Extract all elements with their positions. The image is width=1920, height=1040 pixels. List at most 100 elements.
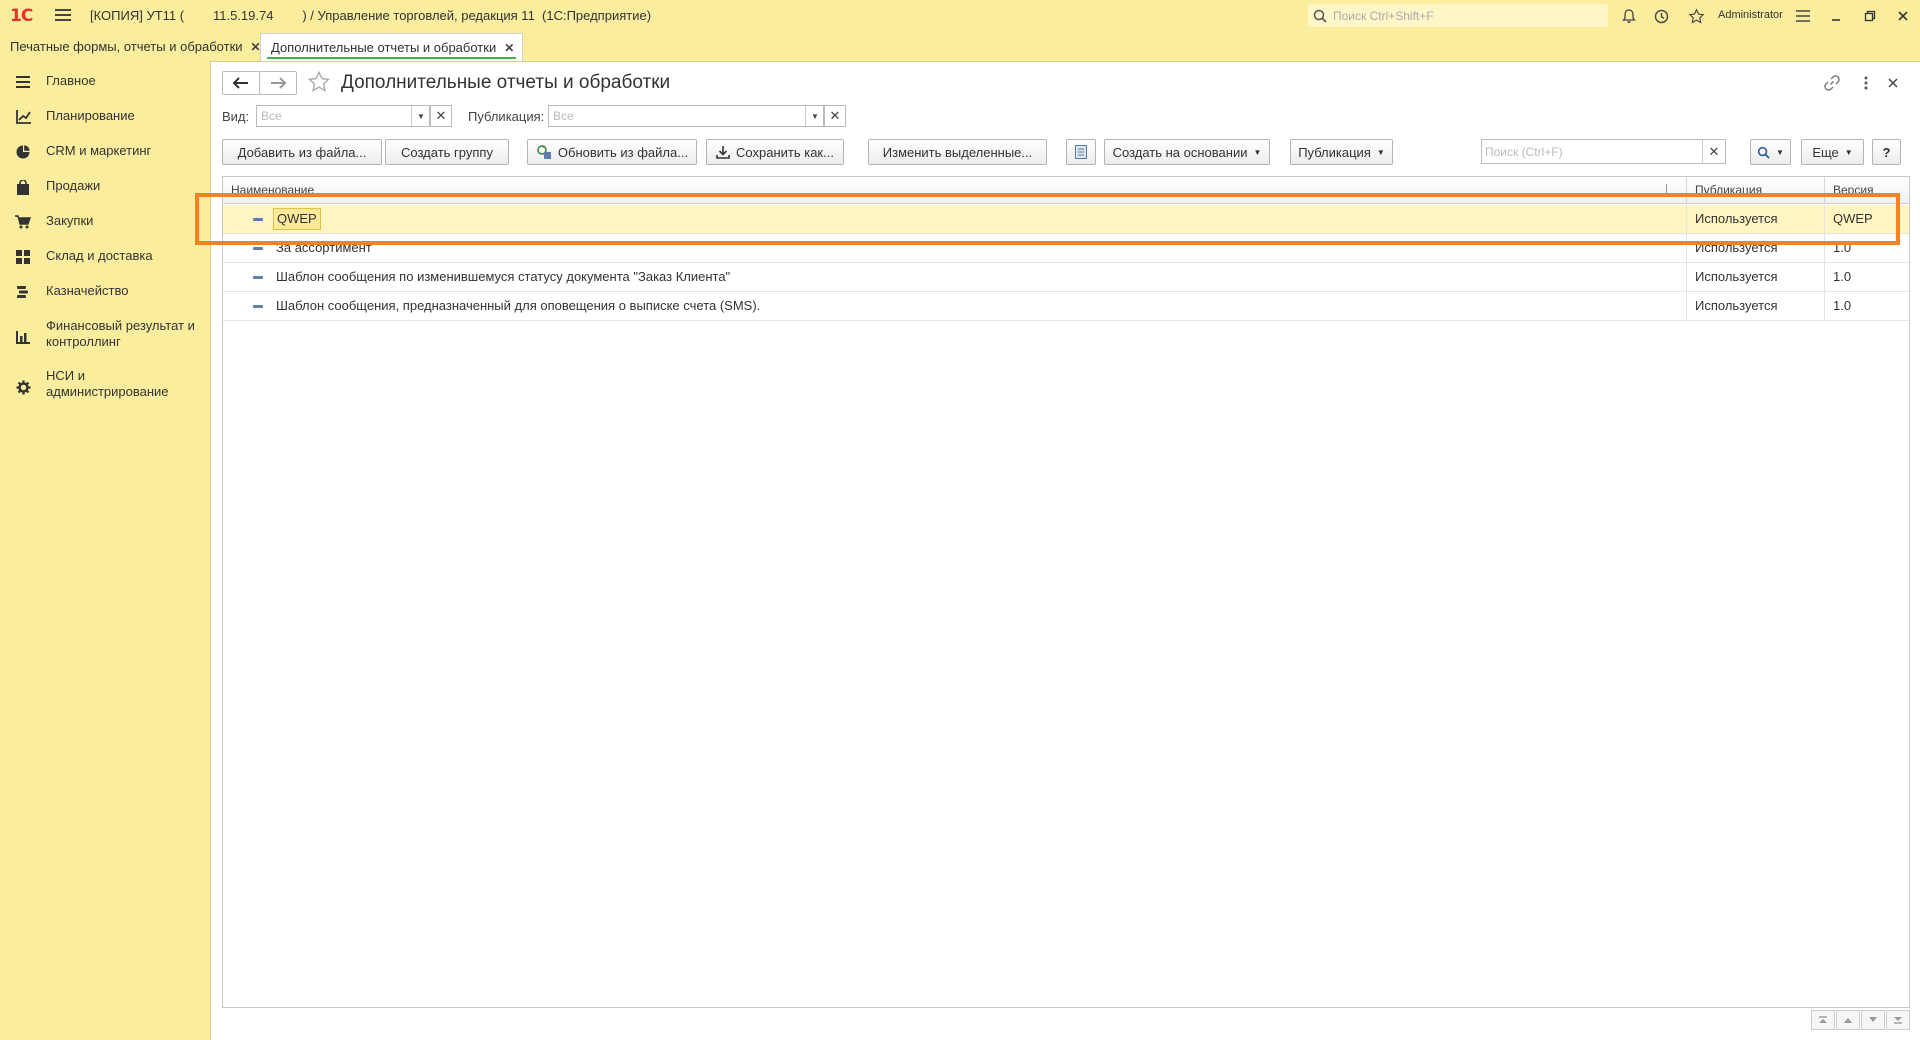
sidebar-item-label: Казначейство [46,283,129,298]
column-header-version[interactable]: Версия [1824,177,1909,203]
column-header-publication[interactable]: Публикация [1686,177,1824,203]
link-icon[interactable] [1823,74,1841,92]
row-publication: Используется [1686,263,1824,291]
create-group-button[interactable]: Создать группу [385,139,509,165]
report-item-icon [253,247,263,250]
help-button[interactable]: ? [1872,139,1901,165]
filter-publication-clear-button[interactable]: ✕ [824,105,846,127]
star-icon[interactable] [1686,6,1706,26]
sidebar-item-planning[interactable]: Планирование [0,108,210,130]
document-list-icon [1075,145,1087,159]
button-label: Создать группу [401,144,493,160]
row-version: 1.0 [1824,292,1909,320]
scroll-up-icon[interactable] [1836,1010,1860,1030]
forward-button[interactable] [259,71,297,95]
report-item-icon [253,305,263,308]
scroll-bottom-icon[interactable] [1886,1010,1910,1030]
caret-down-icon: ▼ [1844,147,1853,157]
reports-table[interactable]: Наименование Публикация Версия QWEP Испо… [222,176,1910,1008]
sidebar-item-label: НСИ и администрирование [46,368,169,399]
main-menu-icon[interactable] [55,9,71,22]
sidebar-item-main[interactable]: Главное [0,73,210,95]
more-button[interactable]: Еще ▼ [1801,139,1864,165]
sidebar-item-purchases[interactable]: Закупки [0,213,210,235]
list-search[interactable]: ✕ [1481,139,1726,164]
filter-vid-clear-button[interactable]: ✕ [430,105,452,127]
button-label: Обновить из файла... [557,144,689,160]
row-name[interactable]: QWEP [273,208,321,230]
warehouse-grid-icon [14,248,32,266]
user-name[interactable]: Administrator [1718,9,1783,21]
list-settings-button[interactable] [1066,139,1096,165]
planning-chart-icon [14,108,32,126]
sidebar-item-label: Планирование [46,108,135,123]
sidebar-item-label: Финансовый результат и контроллинг [46,318,195,349]
search-icon [1313,9,1327,23]
column-header-name[interactable]: Наименование [223,177,1686,203]
minimize-icon[interactable] [1826,6,1846,26]
global-search[interactable] [1308,4,1608,27]
sidebar-item-label: Продажи [46,178,101,193]
list-search-input[interactable] [1482,143,1702,160]
bell-icon[interactable] [1619,6,1639,26]
list-navigation [1810,1010,1910,1030]
filter-vid-field[interactable]: ▼ [256,105,430,127]
scroll-down-icon[interactable] [1861,1010,1885,1030]
pie-chart-icon [14,143,32,161]
row-version: QWEP [1824,205,1909,233]
update-from-file-button[interactable]: Обновить из файла... [527,139,697,165]
active-tab-indicator [267,57,517,59]
back-button[interactable] [222,71,260,95]
clear-search-icon[interactable]: ✕ [1702,140,1725,163]
tab-label: Дополнительные отчеты и обработки [271,40,497,55]
global-search-input[interactable] [1331,7,1595,24]
search-options-button[interactable]: ▼ [1750,139,1791,165]
scroll-top-icon[interactable] [1811,1010,1835,1030]
coins-icon [14,283,32,301]
table-row[interactable]: Шаблон сообщения по изменившемуся статус… [223,263,1909,292]
menu-lines-icon [14,73,32,91]
more-actions-icon[interactable] [1857,74,1875,92]
chevron-down-icon[interactable]: ▼ [411,106,430,126]
cart-icon [14,213,32,231]
publication-button[interactable]: Публикация ▼ [1290,139,1393,165]
favorite-star-icon[interactable] [307,70,331,97]
shopping-bag-icon [14,178,32,196]
history-icon[interactable] [1651,6,1671,26]
filter-publication-field[interactable]: ▼ [548,105,824,127]
download-icon [716,145,730,159]
table-row[interactable]: Шаблон сообщения, предназначенный для оп… [223,292,1909,321]
sidebar-item-admin[interactable]: НСИ и администрирование [0,368,210,406]
filter-publication-input[interactable] [549,108,803,124]
sidebar-item-warehouse[interactable]: Склад и доставка [0,248,210,270]
sidebar-item-treasury[interactable]: Казначейство [0,283,210,305]
close-form-icon[interactable] [1884,74,1902,92]
sidebar-item-crm[interactable]: CRM и маркетинг [0,143,210,165]
page-title: Дополнительные отчеты и обработки [341,72,671,93]
table-row[interactable]: QWEP Используется QWEP [223,205,1909,234]
add-from-file-button[interactable]: Добавить из файла... [222,139,382,165]
tab-print-forms[interactable]: Печатные формы, отчеты и обработки ✕ [0,33,269,60]
tab-additional-reports[interactable]: Дополнительные отчеты и обработки ✕ [260,33,524,61]
row-name: Шаблон сообщения, предназначенный для оп… [276,298,761,313]
filter-vid-input[interactable] [257,108,409,124]
table-row[interactable]: За ассортимент Используется 1.0 [223,234,1909,263]
save-as-button[interactable]: Сохранить как... [706,139,844,165]
button-label: Добавить из файла... [237,144,367,160]
settings-menu-icon[interactable] [1793,6,1813,26]
edit-selected-button[interactable]: Изменить выделенные... [868,139,1047,165]
column-resize-marker [1666,184,1667,196]
row-version: 1.0 [1824,263,1909,291]
filter-publication-label: Публикация: [468,109,545,124]
sidebar-item-finance[interactable]: Финансовый результат и контроллинг [0,318,210,356]
caret-down-icon: ▼ [1376,147,1385,157]
create-based-on-button[interactable]: Создать на основании ▼ [1104,139,1270,165]
close-icon[interactable] [1893,6,1913,26]
close-tab-icon[interactable]: ✕ [504,41,514,55]
button-label: Изменить выделенные... [882,144,1033,160]
sidebar-item-sales[interactable]: Продажи [0,178,210,200]
chevron-down-icon[interactable]: ▼ [805,106,824,126]
caret-down-icon: ▼ [1776,147,1784,157]
restore-icon[interactable] [1860,6,1880,26]
report-item-icon [253,276,263,279]
